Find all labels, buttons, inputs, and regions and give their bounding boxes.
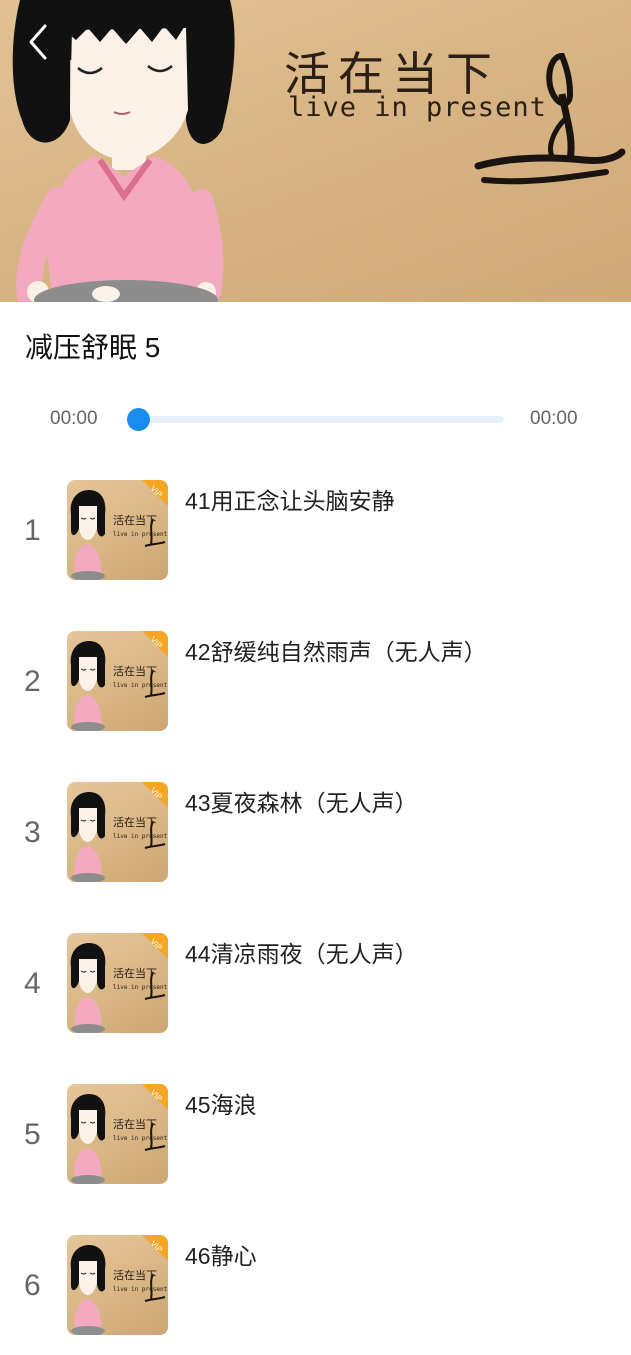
track-title: 42舒缓纯自然雨声（无人声）	[185, 639, 487, 665]
track-title: 46静心	[185, 1243, 257, 1269]
thumb-title-en: live in present	[113, 984, 168, 991]
track-index: 3	[24, 816, 41, 849]
progress-slider-thumb[interactable]	[127, 408, 150, 431]
back-button[interactable]	[18, 20, 58, 64]
vip-badge: VIP	[142, 1235, 168, 1261]
track-cover-image: 活在当下 live in present VIP	[67, 631, 168, 731]
track-list-item[interactable]: 1 活在当下 live in present VIP 41用正念让头脑安静	[0, 470, 631, 600]
track-title: 43夏夜森林（无人声）	[185, 790, 418, 816]
vip-badge: VIP	[142, 933, 168, 959]
current-time: 00:00	[50, 408, 98, 429]
total-time: 00:00	[530, 408, 578, 429]
track-index: 4	[24, 967, 41, 1000]
track-index: 6	[24, 1269, 41, 1302]
vip-badge: VIP	[142, 782, 168, 808]
thumb-title-cn: 活在当下	[113, 815, 157, 829]
track-list-item[interactable]: 5 活在当下 live in present VIP 45海浪	[0, 1074, 631, 1204]
track-index: 5	[24, 1118, 41, 1151]
track-list-item[interactable]: 4 活在当下 live in present VIP 44清凉雨夜（无人声）	[0, 923, 631, 1053]
track-list-item[interactable]: 3 活在当下 live in present VIP 43夏夜森林（无人声）	[0, 772, 631, 902]
thumb-title-cn: 活在当下	[113, 664, 157, 678]
track-cover-image: 活在当下 live in present VIP	[67, 782, 168, 882]
track-index: 1	[24, 514, 41, 547]
track-index: 2	[24, 665, 41, 698]
track-cover-image: 活在当下 live in present VIP	[67, 1235, 168, 1335]
thumb-title-en: live in present	[113, 1286, 168, 1293]
thumb-title-cn: 活在当下	[113, 1117, 157, 1131]
meditation-figure-icon	[474, 52, 626, 185]
album-title: 减压舒眠 5	[25, 332, 161, 363]
track-cover-image: 活在当下 live in present VIP	[67, 480, 168, 580]
header-banner: 活在当下 live in present	[0, 0, 631, 302]
track-list-item[interactable]: 2 活在当下 live in present VIP 42舒缓纯自然雨声（无人声）	[0, 621, 631, 751]
thumb-title-cn: 活在当下	[113, 966, 157, 980]
chevron-left-icon	[29, 24, 47, 60]
vip-badge: VIP	[142, 480, 168, 506]
track-cover-image: 活在当下 live in present VIP	[67, 933, 168, 1033]
thumb-title-en: live in present	[113, 833, 168, 840]
track-cover-image: 活在当下 live in present VIP	[67, 1084, 168, 1184]
track-title: 41用正念让头脑安静	[185, 488, 395, 514]
track-title: 44清凉雨夜（无人声）	[185, 941, 418, 967]
thumb-title-en: live in present	[113, 1135, 168, 1142]
progress-track[interactable]	[134, 416, 504, 423]
track-list-item[interactable]: 6 活在当下 live in present VIP 46静心	[0, 1225, 631, 1355]
vip-badge: VIP	[142, 1084, 168, 1110]
vip-badge: VIP	[142, 631, 168, 657]
track-title: 45海浪	[185, 1092, 257, 1118]
thumb-title-en: live in present	[113, 682, 168, 689]
thumb-title-cn: 活在当下	[113, 513, 157, 527]
audio-player: 00:00 00:00	[0, 396, 631, 444]
thumb-title-en: live in present	[113, 531, 168, 538]
